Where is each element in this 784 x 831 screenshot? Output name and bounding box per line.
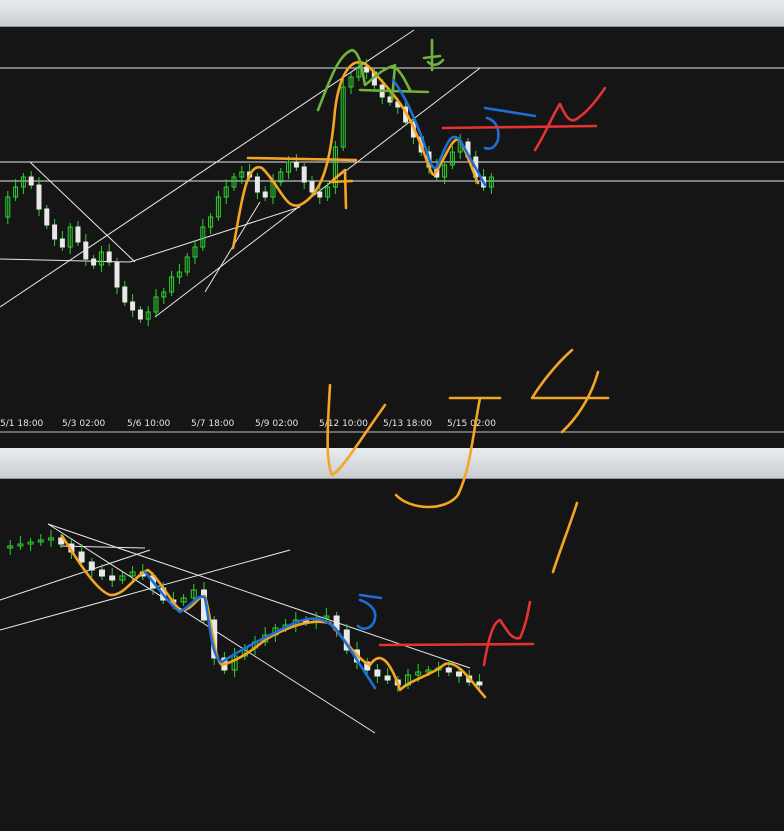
candle-body: [68, 543, 75, 553]
candle-body: [262, 191, 268, 198]
candle-body: [374, 669, 381, 677]
price-chart-upper[interactable]: 5/1 18:00 5/3 02:00 5/6 10:00 5/7 18:00 …: [0, 27, 784, 434]
candle-body: [221, 657, 228, 671]
candle-body: [445, 667, 452, 673]
candle-body: [44, 208, 50, 226]
candle-body: [52, 224, 58, 240]
candle-body: [36, 184, 42, 210]
time-label: 5/7 18:00: [191, 419, 235, 429]
candle-body: [160, 587, 167, 601]
lower-chart-canvas[interactable]: [0, 480, 784, 831]
time-axis-upper: 5/1 18:00 5/3 02:00 5/6 10:00 5/7 18:00 …: [0, 419, 784, 434]
price-chart-lower[interactable]: [0, 480, 784, 831]
candle-body: [254, 176, 260, 193]
candle-body: [379, 84, 385, 98]
candle-body: [403, 106, 409, 123]
candle-body: [78, 551, 85, 563]
candle-body: [88, 561, 95, 571]
chart-window-header-lower[interactable]: [0, 448, 784, 479]
candle-body: [130, 301, 136, 311]
time-label: 5/12 10:00: [319, 419, 369, 429]
trendline: [129, 206, 301, 263]
candle-body: [317, 191, 323, 198]
candle-body: [137, 309, 143, 320]
candle-body: [371, 71, 377, 86]
candle-body: [481, 176, 487, 188]
candle-body: [465, 141, 471, 158]
candle-body: [395, 101, 401, 108]
candle-body: [387, 96, 393, 103]
upper-chart-canvas[interactable]: [0, 27, 784, 434]
candle-body: [434, 166, 440, 178]
trendline: [0, 549, 291, 631]
candle-body: [59, 238, 65, 248]
candle-body: [83, 241, 89, 260]
trendline: [0, 29, 415, 308]
candle-body: [426, 151, 432, 168]
candle-body: [343, 629, 350, 651]
trading-terminal: 5/1 18:00 5/3 02:00 5/6 10:00 5/7 18:00 …: [0, 0, 784, 831]
candle-body: [114, 261, 120, 288]
candle-body: [333, 615, 340, 631]
candle-body: [466, 675, 473, 683]
candle-body: [456, 671, 462, 677]
candle-body: [309, 181, 315, 193]
candle-body: [394, 679, 401, 686]
time-label: 5/6 10:00: [127, 419, 171, 429]
candle-body: [109, 575, 116, 581]
candle-body: [211, 619, 218, 659]
candle-body: [91, 258, 97, 266]
candle-body: [384, 675, 391, 681]
candle-body: [410, 121, 416, 138]
candle-body: [139, 571, 146, 577]
candle-body: [28, 176, 34, 186]
candle-body: [476, 681, 483, 686]
candle-body: [99, 569, 105, 577]
candle-body: [201, 589, 207, 621]
candle-body: [364, 66, 370, 73]
trendline: [204, 201, 261, 293]
time-label: 5/1 18:00: [0, 419, 44, 429]
candle-body: [473, 156, 479, 178]
candle-body: [293, 161, 299, 168]
time-label: 5/3 02:00: [62, 419, 106, 429]
candle-body: [150, 575, 156, 589]
candle-body: [75, 226, 81, 243]
candle-body: [364, 661, 371, 671]
chart-window-header-upper[interactable]: [0, 0, 784, 27]
trendline: [47, 523, 471, 669]
candle-body: [122, 286, 128, 303]
candle-body: [303, 619, 309, 623]
time-label: 5/13 18:00: [383, 419, 433, 429]
candle-body: [106, 251, 112, 263]
candle-body: [247, 171, 253, 178]
candle-body: [58, 537, 65, 545]
candle-body: [301, 166, 307, 183]
time-label: 5/9 02:00: [255, 419, 299, 429]
candle-body: [418, 136, 424, 153]
candle-body: [170, 599, 177, 603]
pane-separator[interactable]: [0, 434, 784, 448]
candle-body: [354, 649, 360, 663]
time-label: 5/15 02:00: [447, 419, 497, 429]
